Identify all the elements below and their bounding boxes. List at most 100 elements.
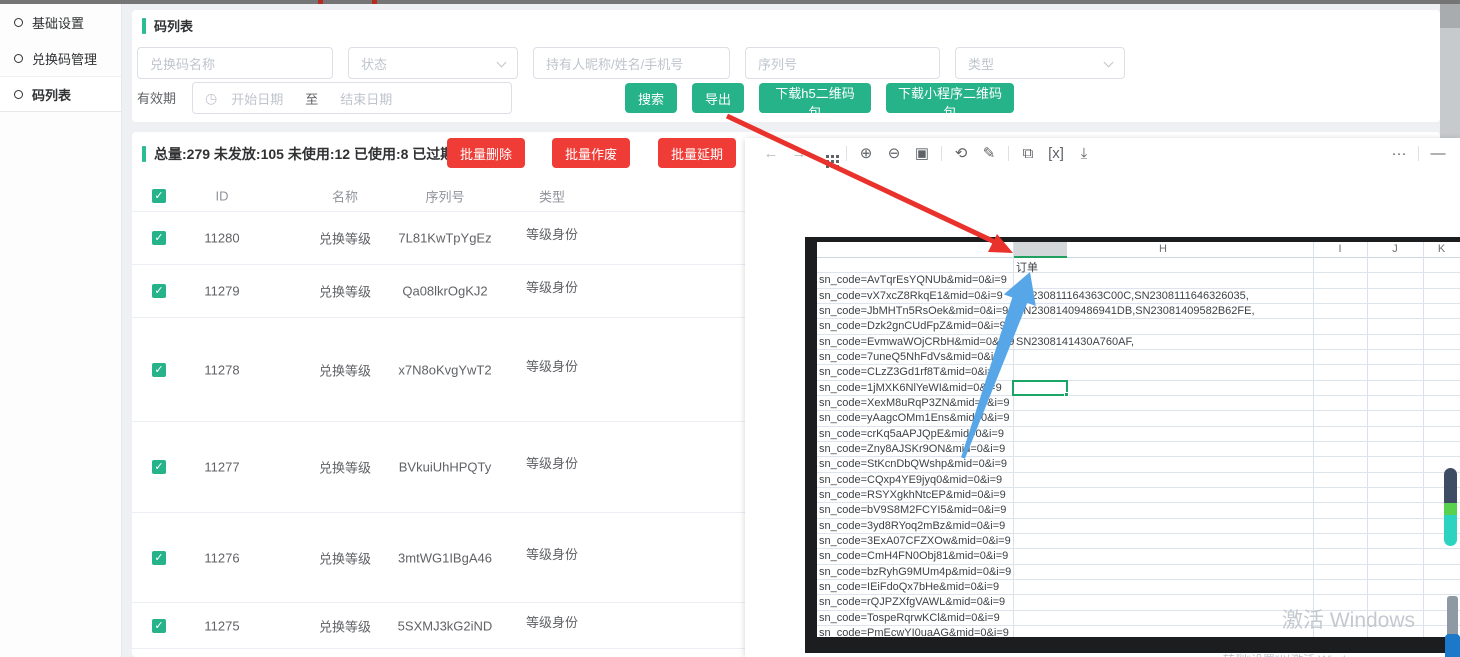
sheet-cell-url: sn_code=CQxp4YE9jyq0&mid=0&i=9	[819, 474, 1002, 486]
sheet-row: sn_code=StKcnDbQWshp&mid=0&i=9	[817, 457, 1460, 472]
forward-icon[interactable]: →	[785, 145, 813, 162]
zoom-out-icon[interactable]: ⊖	[880, 144, 908, 162]
sheet-cell-url: sn_code=EvmwaWOjCRbH&mid=0&i=9	[819, 336, 1014, 348]
batch-button-2[interactable]: 批量延期	[658, 138, 736, 168]
row-type: 等级身份	[512, 544, 592, 563]
pen-tool-widget[interactable]	[1447, 596, 1458, 638]
col-letter-K: K	[1423, 243, 1460, 255]
sidebar-item-1[interactable]: 兑换码管理	[0, 40, 121, 76]
toolbar-divider	[1008, 146, 1009, 161]
row-id: 11276	[182, 550, 262, 565]
top-red-mark	[318, 0, 323, 4]
type-select[interactable]: 类型	[955, 47, 1125, 79]
back-icon[interactable]: ←	[757, 145, 785, 162]
clock-icon: ◷	[205, 90, 217, 107]
sidebar-item-2[interactable]: 码列表	[0, 76, 121, 112]
sidebar-item-0[interactable]: 基础设置	[0, 4, 121, 40]
sheet-cell-order: SN230811164363C00C,SN2308111646326035,	[1016, 290, 1249, 302]
sheet-row: sn_code=7uneQ5NhFdVs&mid=0&i=9	[817, 350, 1460, 365]
sheet-cell-url: sn_code=3yd8RYoq2mBz&mid=0&i=9	[819, 520, 1005, 532]
export-button[interactable]: 导出	[692, 83, 744, 113]
rotate-icon[interactable]: ⟲	[947, 144, 975, 162]
sheet-column-headers: HIJK	[817, 242, 1460, 258]
download-h5-qrcode-button[interactable]: 下载h5二维码包	[759, 83, 871, 113]
edit-icon[interactable]: ✎	[975, 144, 1003, 162]
row-checkbox[interactable]: ✓	[152, 363, 166, 377]
sheet-row: sn_code=yAagcOMm1Ens&mid=0&i=9	[817, 411, 1460, 426]
row-id: 11275	[182, 618, 262, 633]
row-type: 等级身份	[512, 612, 592, 631]
sheet-row: sn_code=1jMXK6NlYeWI&mid=0&i=9	[817, 381, 1460, 396]
row-name: 兑换等级	[305, 360, 385, 379]
stats-text: 总量:279 未发放:105 未使用:12 已使用:8 已过期:154	[154, 144, 482, 164]
row-type: 等级身份	[512, 224, 592, 243]
row-checkbox[interactable]: ✓	[152, 231, 166, 245]
row-checkbox[interactable]: ✓	[152, 460, 166, 474]
date-end-placeholder: 结束日期	[340, 89, 392, 108]
excel-sheet: HIJK 订单sn_code=AvTqrEsYQNUb&mid=0&i=9sn_…	[817, 242, 1460, 637]
col-header-type: 类型	[512, 186, 592, 205]
row-name: 兑换等级	[305, 229, 385, 248]
batch-button-1[interactable]: 批量作废	[552, 138, 630, 168]
sheet-row: sn_code=bV9S8M2FCYI5&mid=0&i=9	[817, 503, 1460, 518]
sheet-cell-url: sn_code=crKq5aAPJQpE&mid=0&i=9	[819, 428, 1004, 440]
col-letter-H: H	[1013, 243, 1313, 255]
col-header-id: ID	[182, 188, 262, 203]
chevron-down-icon	[1104, 58, 1114, 68]
select-all-checkbox[interactable]: ✓	[152, 189, 166, 203]
title-accent-bar	[142, 18, 146, 34]
top-red-mark	[372, 0, 377, 4]
col-header-name: 名称	[305, 186, 385, 205]
serial-input[interactable]: 序列号	[745, 47, 940, 79]
radio-circle-icon	[14, 18, 23, 27]
row-checkbox[interactable]: ✓	[152, 619, 166, 633]
batch-button-0[interactable]: 批量删除	[447, 138, 525, 168]
row-name: 兑换等级	[305, 458, 385, 477]
download-miniprogram-qrcode-button[interactable]: 下载小程序二维码包	[886, 83, 1014, 113]
code-name-placeholder: 兑换码名称	[150, 54, 215, 73]
capture-tool-widget[interactable]	[1444, 468, 1457, 546]
ocr-icon[interactable]: [x]	[1042, 145, 1070, 162]
holder-input[interactable]: 持有人昵称/姓名/手机号	[533, 47, 730, 79]
status-select[interactable]: 状态	[348, 47, 518, 79]
chevron-down-icon	[497, 58, 507, 68]
row-type: 等级身份	[512, 356, 592, 375]
row-serial: BVkuiUhHPQTy	[385, 460, 505, 475]
sheet-row: sn_code=JbMHTn5RsOek&mid=0&i=9SN23081409…	[817, 304, 1460, 319]
grid-icon[interactable]	[813, 145, 841, 162]
radio-circle-icon	[14, 90, 23, 99]
more-icon[interactable]: ···	[1385, 145, 1413, 162]
sheet-cell-url: sn_code=CmH4FN0Obj81&mid=0&i=9	[819, 550, 1008, 562]
sheet-cell-url: sn_code=bV9S8M2FCYI5&mid=0&i=9	[819, 504, 1006, 516]
status-placeholder: 状态	[361, 54, 387, 73]
date-range-picker[interactable]: ◷ 开始日期 至 结束日期	[192, 82, 512, 114]
col-letter-I: I	[1313, 243, 1367, 255]
code-name-input[interactable]: 兑换码名称	[137, 47, 333, 79]
row-serial: 5SXMJ3kG2iND	[385, 618, 505, 633]
sheet-row: sn_code=IEiFdoQx7bHe&mid=0&i=9	[817, 580, 1460, 595]
copy-icon[interactable]: ⧉	[1014, 145, 1042, 162]
row-checkbox[interactable]: ✓	[152, 551, 166, 565]
sheet-cell-url: sn_code=1jMXK6NlYeWI&mid=0&i=9	[819, 382, 1002, 394]
sheet-row: sn_code=CmH4FN0Obj81&mid=0&i=9	[817, 549, 1460, 564]
fit-screen-icon[interactable]: ▣	[908, 144, 936, 162]
sheet-row: sn_code=CLzZ3Gd1rf8T&mid=0&i=9	[817, 365, 1460, 380]
scrollbar-thumb[interactable]	[1440, 4, 1460, 28]
sheet-row: sn_code=Zny8AJSKr9ON&mid=0&i=9	[817, 442, 1460, 457]
sheet-row: sn_code=CQxp4YE9jyq0&mid=0&i=9	[817, 473, 1460, 488]
minimize-icon[interactable]: —	[1424, 145, 1452, 162]
sheet-row: sn_code=crKq5aAPJQpE&mid=0&i=9	[817, 427, 1460, 442]
toolbar-divider	[941, 146, 942, 161]
download-icon[interactable]: ⤓	[1070, 145, 1098, 162]
search-button[interactable]: 搜索	[625, 83, 677, 113]
zoom-in-icon[interactable]: ⊕	[852, 144, 880, 162]
sheet-row: sn_code=3ExA07CFZXOw&mid=0&i=9	[817, 534, 1460, 549]
row-checkbox[interactable]: ✓	[152, 284, 166, 298]
sheet-cell-url: sn_code=RSYXgkhNtcEP&mid=0&i=9	[819, 489, 1006, 501]
sheet-cell-url: sn_code=Zny8AJSKr9ON&mid=0&i=9	[819, 443, 1005, 455]
sheet-row: 订单	[817, 258, 1460, 273]
sheet-cell-url: sn_code=Dzk2gnCUdFpZ&mid=0&i=9	[819, 320, 1006, 332]
activate-windows-watermark-line2: 转到“设置”以激活 Windows。	[1223, 651, 1379, 657]
date-to-label: 至	[305, 89, 318, 108]
row-serial: 3mtWG1IBgA46	[385, 550, 505, 565]
